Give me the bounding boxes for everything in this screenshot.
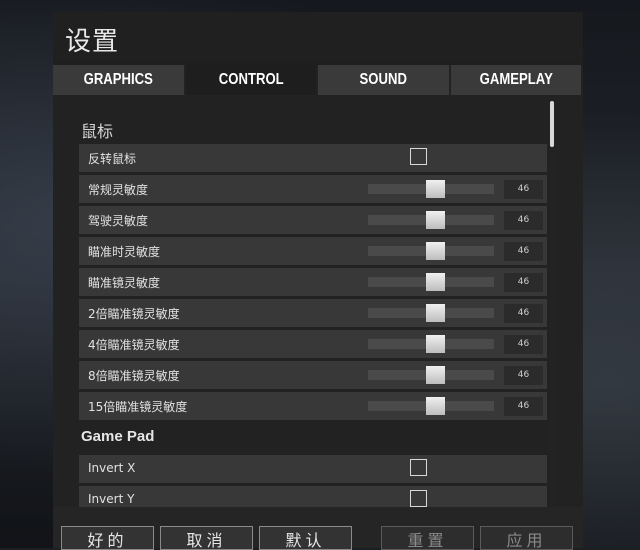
invert-x-label: Invert X xyxy=(88,461,136,475)
scrollbar-thumb[interactable] xyxy=(550,101,554,147)
section-title-mouse: 鼠标 xyxy=(81,122,114,141)
section-title-gamepad: Game Pad xyxy=(81,428,155,445)
slider-label: 2倍瞄准镜灵敏度 xyxy=(88,307,180,321)
settings-content: 鼠标 反转鼠标 常规灵敏度 46 驾驶灵敏度 46 瞄准时灵敏度 46 瞄准镜灵敏度 46 2倍… xyxy=(53,95,583,507)
slider-value-input[interactable]: 46 xyxy=(504,242,543,261)
invert-x-checkbox[interactable] xyxy=(410,459,427,476)
slider-row: 4倍瞄准镜灵敏度 46 xyxy=(79,330,547,358)
bottom-button-bar: 好的 取消 默认 重置 应用 xyxy=(53,507,583,550)
slider-thumb[interactable] xyxy=(426,242,445,260)
apply-button[interactable]: 应用 xyxy=(480,526,573,550)
settings-panel: 设置 GRAPHICS CONTROL SOUND GAMEPLAY 鼠标 反转… xyxy=(53,12,583,550)
ok-button[interactable]: 好的 xyxy=(61,526,154,550)
invert-y-checkbox[interactable] xyxy=(410,490,427,507)
slider-row: 2倍瞄准镜灵敏度 46 xyxy=(79,299,547,327)
scrollbar-track[interactable] xyxy=(550,95,556,507)
tab-graphics-label: GRAPHICS xyxy=(83,71,153,88)
slider-thumb[interactable] xyxy=(426,397,445,415)
tab-graphics[interactable]: GRAPHICS xyxy=(53,65,186,95)
slider-value-input[interactable]: 46 xyxy=(504,211,543,230)
tab-gameplay-label: GAMEPLAY xyxy=(479,71,553,88)
tab-control[interactable]: CONTROL xyxy=(185,65,318,95)
tab-sound[interactable]: SOUND xyxy=(318,65,451,95)
sensitivity-slider[interactable] xyxy=(368,273,494,291)
sensitivity-slider[interactable] xyxy=(368,366,494,384)
slider-label: 瞄准时灵敏度 xyxy=(88,245,161,259)
sensitivity-slider[interactable] xyxy=(368,397,494,415)
invert-x-row: Invert X xyxy=(79,455,547,483)
slider-thumb[interactable] xyxy=(426,180,445,198)
reset-button[interactable]: 重置 xyxy=(381,526,474,550)
tab-bar: GRAPHICS CONTROL SOUND GAMEPLAY xyxy=(53,65,583,95)
slider-thumb[interactable] xyxy=(426,273,445,291)
sensitivity-slider[interactable] xyxy=(368,335,494,353)
sensitivity-slider[interactable] xyxy=(368,211,494,229)
slider-thumb[interactable] xyxy=(426,304,445,322)
sensitivity-slider[interactable] xyxy=(368,180,494,198)
slider-row: 常规灵敏度 46 xyxy=(79,175,547,203)
slider-label: 4倍瞄准镜灵敏度 xyxy=(88,338,180,352)
slider-value-input[interactable]: 46 xyxy=(504,366,543,385)
slider-label: 常规灵敏度 xyxy=(88,183,149,197)
slider-label: 8倍瞄准镜灵敏度 xyxy=(88,369,180,383)
tab-sound-label: SOUND xyxy=(359,71,407,88)
slider-label: 驾驶灵敏度 xyxy=(88,214,149,228)
slider-thumb[interactable] xyxy=(426,366,445,384)
cancel-button[interactable]: 取消 xyxy=(160,526,253,550)
page-title: 设置 xyxy=(65,27,120,57)
invert-mouse-label: 反转鼠标 xyxy=(88,152,137,166)
slider-thumb[interactable] xyxy=(426,335,445,353)
slider-row: 8倍瞄准镜灵敏度 46 xyxy=(79,361,547,389)
slider-value-input[interactable]: 46 xyxy=(504,180,543,199)
invert-y-row: Invert Y xyxy=(79,486,547,507)
slider-row: 驾驶灵敏度 46 xyxy=(79,206,547,234)
invert-y-label: Invert Y xyxy=(88,492,135,506)
slider-thumb[interactable] xyxy=(426,211,445,229)
slider-value-input[interactable]: 46 xyxy=(504,335,543,354)
title-bar: 设置 xyxy=(53,12,583,62)
slider-label: 15倍瞄准镜灵敏度 xyxy=(88,400,188,414)
slider-row: 15倍瞄准镜灵敏度 46 xyxy=(79,392,547,420)
slider-value-input[interactable]: 46 xyxy=(504,397,543,416)
slider-row: 瞄准镜灵敏度 46 xyxy=(79,268,547,296)
slider-value-input[interactable]: 46 xyxy=(504,273,543,292)
slider-row: 瞄准时灵敏度 46 xyxy=(79,237,547,265)
tab-control-label: CONTROL xyxy=(218,71,284,88)
tab-gameplay[interactable]: GAMEPLAY xyxy=(450,65,583,95)
slider-value-input[interactable]: 46 xyxy=(504,304,543,323)
invert-mouse-checkbox[interactable] xyxy=(410,148,427,165)
default-button[interactable]: 默认 xyxy=(259,526,352,550)
invert-mouse-row: 反转鼠标 xyxy=(79,144,547,172)
sensitivity-slider[interactable] xyxy=(368,242,494,260)
sensitivity-slider[interactable] xyxy=(368,304,494,322)
slider-label: 瞄准镜灵敏度 xyxy=(88,276,161,290)
